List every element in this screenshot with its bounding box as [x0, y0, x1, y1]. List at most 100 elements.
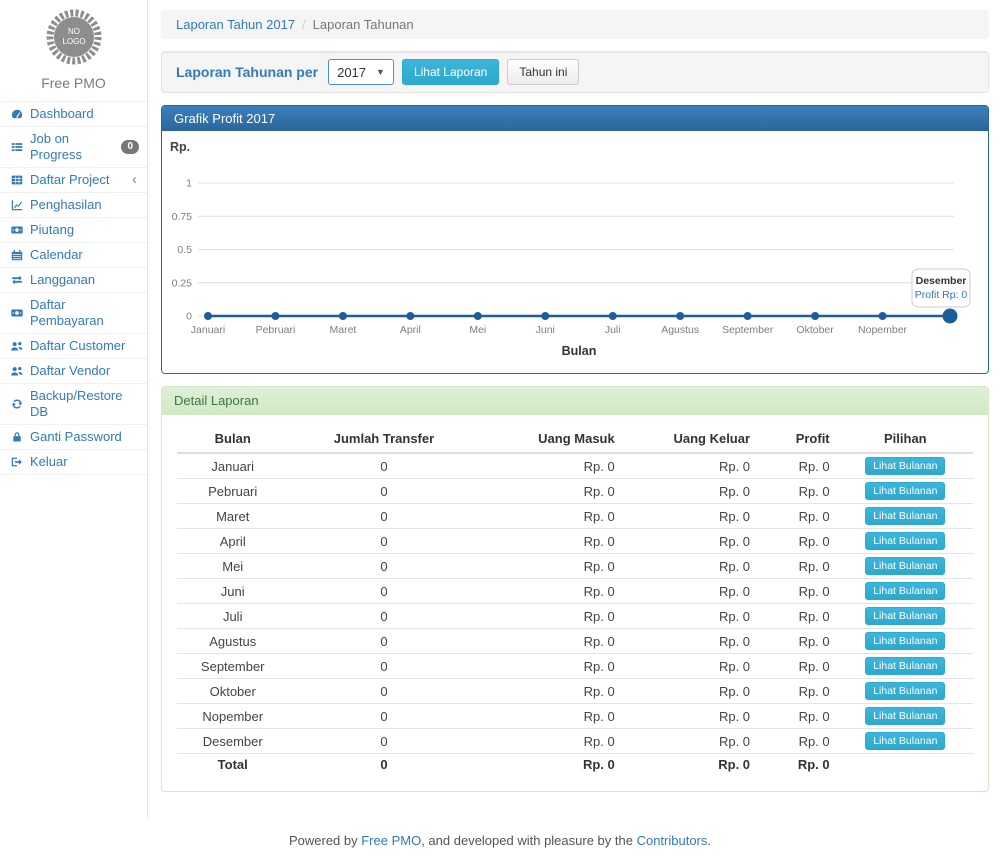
lihat-bulanan-button[interactable]: Lihat Bulanan [865, 507, 945, 525]
footer-text: . [707, 833, 711, 848]
lihat-bulanan-button[interactable]: Lihat Bulanan [865, 457, 945, 475]
cell-transfer: 0 [288, 604, 479, 629]
lihat-bulanan-button[interactable]: Lihat Bulanan [865, 707, 945, 725]
cell-transfer: 0 [288, 729, 479, 754]
lihat-bulanan-button[interactable]: Lihat Bulanan [865, 532, 945, 550]
sidebar-item-ganti-password[interactable]: Ganti Password [0, 425, 147, 450]
report-filter-bar: Laporan Tahunan per 2017 ▼ Lihat Laporan… [161, 51, 989, 93]
sidebar-item-daftar-customer[interactable]: Daftar Customer [0, 334, 147, 359]
cell-month: Januari [177, 453, 288, 479]
svg-text:April: April [400, 324, 421, 336]
total-profit: Rp. 0 [758, 754, 838, 776]
footer: Powered by Free PMO, and developed with … [0, 819, 1000, 860]
sidebar-item-daftar-vendor[interactable]: Daftar Vendor [0, 359, 147, 384]
cell-month: Juni [177, 579, 288, 604]
view-report-button[interactable]: Lihat Laporan [402, 59, 499, 85]
profit-line-chart: Rp.00.250.50.751JanuariPebruariMaretApri… [164, 135, 986, 373]
lihat-bulanan-button[interactable]: Lihat Bulanan [865, 557, 945, 575]
sidebar-item-label: Calendar [30, 247, 83, 263]
cell-transfer: 0 [288, 679, 479, 704]
svg-text:1: 1 [186, 178, 192, 190]
cell-month: Desember [177, 729, 288, 754]
footer-link-contributors[interactable]: Contributors [637, 833, 708, 848]
cell-transfer: 0 [288, 504, 479, 529]
chevron-left-icon: ‹ [132, 175, 139, 185]
sidebar-item-label: Langganan [30, 272, 95, 288]
calendar-icon [10, 248, 24, 262]
app-logo: NO LOGO [45, 8, 103, 66]
table-row: Nopember0Rp. 0Rp. 0Rp. 0Lihat Bulanan [177, 704, 973, 729]
cell-month: Pebruari [177, 479, 288, 504]
svg-text:0: 0 [186, 311, 192, 323]
lihat-bulanan-button[interactable]: Lihat Bulanan [865, 732, 945, 750]
main-content: Laporan Tahun 2017 / Laporan Tahunan Lapor… [148, 0, 1000, 819]
table-row: Juli0Rp. 0Rp. 0Rp. 0Lihat Bulanan [177, 604, 973, 629]
cell-out: Rp. 0 [623, 529, 758, 554]
sidebar-item-label: Piutang [30, 222, 74, 238]
lihat-bulanan-button[interactable]: Lihat Bulanan [865, 482, 945, 500]
profit-chart-panel: Grafik Profit 2017 Rp.00.250.50.751Janua… [161, 105, 989, 374]
footer-text: Powered by [289, 833, 361, 848]
sidebar-item-job-on-progress[interactable]: Job on Progress 0 [0, 127, 147, 168]
count-badge: 0 [121, 140, 139, 154]
breadcrumb: Laporan Tahun 2017 / Laporan Tahunan [161, 10, 989, 39]
breadcrumb-separator: / [302, 17, 306, 32]
cell-in: Rp. 0 [479, 679, 622, 704]
sidebar-item-piutang[interactable]: Piutang [0, 218, 147, 243]
lihat-bulanan-button[interactable]: Lihat Bulanan [865, 607, 945, 625]
sidebar-item-label: Job on Progress [30, 131, 115, 163]
cell-transfer: 0 [288, 479, 479, 504]
cell-profit: Rp. 0 [758, 579, 838, 604]
cell-profit: Rp. 0 [758, 704, 838, 729]
sidebar-item-langganan[interactable]: Langganan [0, 268, 147, 293]
current-year-button[interactable]: Tahun ini [507, 59, 579, 85]
sidebar-item-dashboard[interactable]: Dashboard [0, 102, 147, 127]
svg-text:September: September [722, 324, 774, 336]
breadcrumb-link[interactable]: Laporan Tahun 2017 [176, 17, 295, 32]
column-header: Profit [758, 425, 838, 453]
sidebar-item-backup-restore-db[interactable]: Backup/Restore DB [0, 384, 147, 425]
sidebar-item-label: Backup/Restore DB [30, 388, 139, 420]
breadcrumb-current: Laporan Tahunan [313, 17, 414, 32]
sidebar-item-label: Daftar Project [30, 172, 109, 188]
money-icon [10, 306, 24, 320]
detail-report-panel: Detail Laporan BulanJumlah TransferUang … [161, 386, 989, 792]
cell-out: Rp. 0 [623, 679, 758, 704]
total-label: Total [177, 754, 288, 776]
table-row: Mei0Rp. 0Rp. 0Rp. 0Lihat Bulanan [177, 554, 973, 579]
year-select[interactable]: 2017 ▼ [328, 59, 394, 85]
sidebar-item-daftar-pembayaran[interactable]: Daftar Pembayaran [0, 293, 147, 334]
lock-icon [10, 430, 24, 444]
sidebar-item-keluar[interactable]: Keluar [0, 450, 147, 475]
cell-profit: Rp. 0 [758, 729, 838, 754]
cell-out: Rp. 0 [623, 479, 758, 504]
cell-in: Rp. 0 [479, 629, 622, 654]
svg-text:Januari: Januari [191, 324, 225, 336]
column-header: Bulan [177, 425, 288, 453]
lihat-bulanan-button[interactable]: Lihat Bulanan [865, 632, 945, 650]
cell-transfer: 0 [288, 629, 479, 654]
retweet-icon [10, 273, 24, 287]
cell-profit: Rp. 0 [758, 453, 838, 479]
sidebar-item-daftar-project[interactable]: Daftar Project ‹ [0, 168, 147, 193]
cell-transfer: 0 [288, 453, 479, 479]
sidebar-item-label: Keluar [30, 454, 68, 470]
cell-in: Rp. 0 [479, 604, 622, 629]
column-header: Jumlah Transfer [288, 425, 479, 453]
users-icon [10, 339, 24, 353]
lihat-bulanan-button[interactable]: Lihat Bulanan [865, 657, 945, 675]
chart-panel-title: Grafik Profit 2017 [162, 106, 988, 131]
footer-link-free-pmo[interactable]: Free PMO [361, 833, 421, 848]
cell-out: Rp. 0 [623, 504, 758, 529]
sidebar-item-penghasilan[interactable]: Penghasilan [0, 193, 147, 218]
lihat-bulanan-button[interactable]: Lihat Bulanan [865, 682, 945, 700]
cell-transfer: 0 [288, 579, 479, 604]
lihat-bulanan-button[interactable]: Lihat Bulanan [865, 582, 945, 600]
svg-text:Juli: Juli [605, 324, 621, 336]
svg-text:Maret: Maret [329, 324, 356, 336]
cell-month: Oktober [177, 679, 288, 704]
svg-text:Desember: Desember [916, 275, 967, 287]
svg-text:Mei: Mei [469, 324, 486, 336]
chart-line-icon [10, 198, 24, 212]
sidebar-item-calendar[interactable]: Calendar [0, 243, 147, 268]
